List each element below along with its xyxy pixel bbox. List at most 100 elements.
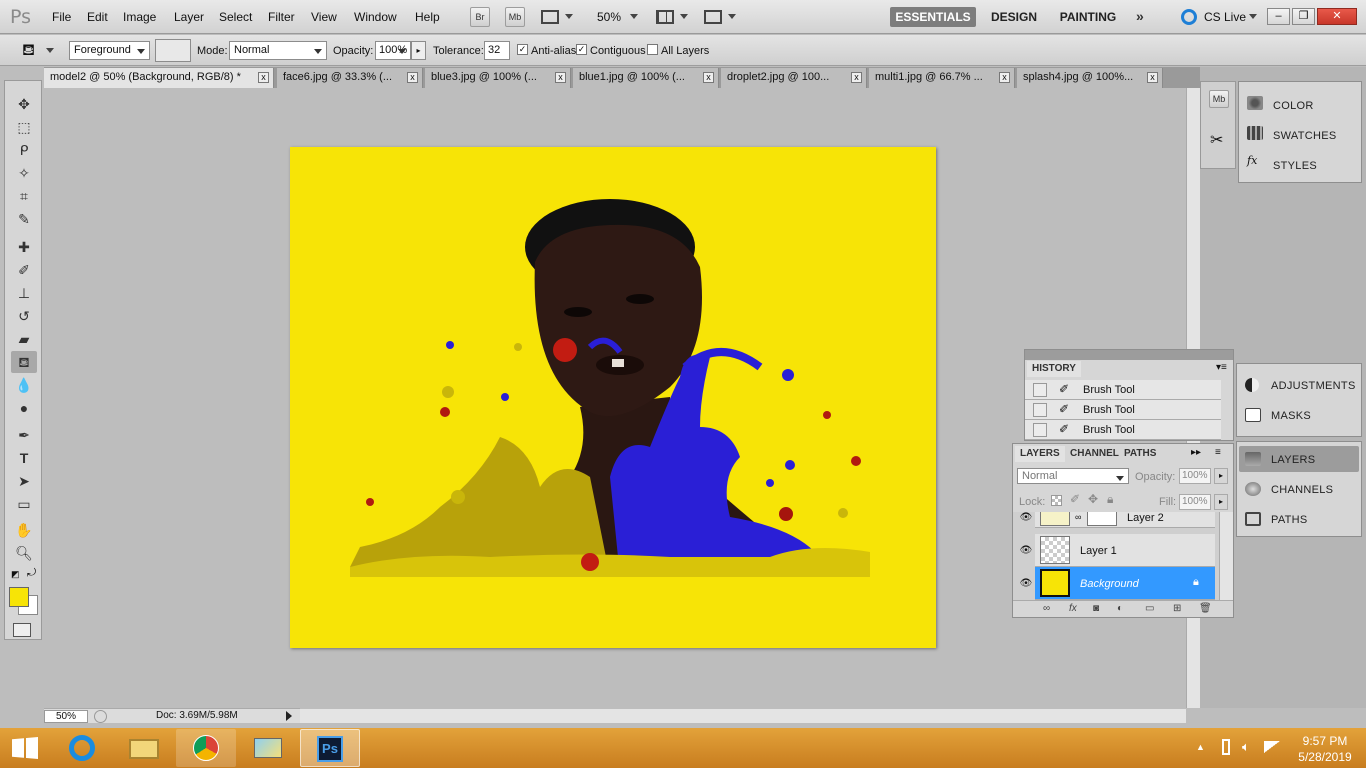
opacity-input[interactable]: 100% xyxy=(375,41,411,60)
volume-icon[interactable]: 🔈︎ xyxy=(1242,739,1250,755)
tab-multi1[interactable]: multi1.jpg @ 66.7% ... x xyxy=(869,68,1015,88)
paint-bucket-tool-icon[interactable]: ⛾ xyxy=(11,351,37,373)
hand-tool-icon[interactable]: ✋ xyxy=(11,519,37,541)
all-layers-checkbox[interactable] xyxy=(647,44,658,55)
menu-filter[interactable]: Filter xyxy=(268,10,295,24)
history-brush-tool-icon[interactable]: ↺ xyxy=(11,305,37,327)
bridge-button[interactable]: Br xyxy=(470,7,490,27)
tab-blue1[interactable]: blue1.jpg @ 100% (... x xyxy=(573,68,719,88)
close-icon[interactable]: x xyxy=(851,72,862,83)
minimize-button[interactable]: – xyxy=(1267,8,1290,25)
paths-panel-button[interactable]: PATHS xyxy=(1271,514,1308,526)
new-layer-icon[interactable]: ⊞ xyxy=(1173,603,1181,614)
close-icon[interactable]: x xyxy=(999,72,1010,83)
link-icon[interactable]: ∞ xyxy=(1075,512,1081,522)
history-item[interactable]: ✐ Brush Tool xyxy=(1025,420,1221,440)
healing-brush-tool-icon[interactable]: ✚ xyxy=(11,236,37,258)
marquee-tool-icon[interactable]: ⬚ xyxy=(11,116,37,138)
history-item[interactable]: ✐ Brush Tool xyxy=(1025,380,1221,400)
zoom-input[interactable]: 50% xyxy=(44,710,88,723)
blend-mode-select[interactable]: Normal xyxy=(1017,468,1129,484)
brush-tool-icon[interactable]: ✐ xyxy=(11,259,37,281)
mode-select[interactable]: Normal xyxy=(229,41,327,60)
close-icon[interactable]: x xyxy=(407,72,418,83)
layer-style-icon[interactable]: fx xyxy=(1069,603,1077,614)
cs-live-icon[interactable] xyxy=(1181,9,1197,25)
menu-view[interactable]: View xyxy=(311,10,337,24)
eyedropper-tool-icon[interactable]: ✎ xyxy=(11,208,37,230)
swatches-panel-button[interactable]: SWATCHES xyxy=(1273,130,1337,142)
restore-button[interactable]: ❐ xyxy=(1292,8,1315,25)
layer-row-layer2[interactable]: ∞ Layer 2 xyxy=(1035,512,1215,528)
menu-file[interactable]: File xyxy=(52,10,71,24)
pattern-picker[interactable] xyxy=(155,39,191,62)
clock-date[interactable]: 5/28/2019 xyxy=(1296,750,1354,764)
quick-selection-tool-icon[interactable]: ✧ xyxy=(11,162,37,184)
panel-menu-icon[interactable]: ▾≡ xyxy=(1216,362,1227,373)
tolerance-input[interactable]: 32 xyxy=(484,41,510,60)
adjustments-panel-button[interactable]: ADJUSTMENTS xyxy=(1271,380,1356,392)
color-panel-button[interactable]: COLOR xyxy=(1273,100,1314,112)
clone-stamp-tool-icon[interactable]: ⊥ xyxy=(11,282,37,304)
quick-mask-icon[interactable] xyxy=(13,623,31,637)
battery-icon[interactable] xyxy=(1222,739,1230,755)
pen-tool-icon[interactable]: ✒ xyxy=(11,424,37,446)
view-extras-icon[interactable] xyxy=(541,10,559,24)
dodge-tool-icon[interactable]: ● xyxy=(11,397,37,419)
anti-alias-checkbox[interactable]: ✓ xyxy=(517,44,528,55)
zoom-level-select[interactable]: 50% xyxy=(597,10,621,24)
rectangle-tool-icon[interactable]: ▭ xyxy=(11,493,37,515)
close-icon[interactable]: x xyxy=(703,72,714,83)
contiguous-checkbox[interactable]: ✓ xyxy=(576,44,587,55)
lasso-tool-icon[interactable]: ᑭ xyxy=(11,139,37,161)
paint-bucket-icon[interactable]: ⛾ xyxy=(22,41,35,61)
workspace-painting[interactable]: PAINTING xyxy=(1054,7,1122,27)
photos-icon[interactable] xyxy=(238,729,298,767)
lock-pixels-icon[interactable]: ✐ xyxy=(1070,492,1080,506)
history-snapshot-box[interactable] xyxy=(1033,383,1047,397)
start-icon[interactable] xyxy=(12,737,38,759)
channels-panel-button[interactable]: CHANNELS xyxy=(1271,484,1333,496)
link-layers-icon[interactable]: ∞ xyxy=(1043,603,1050,614)
file-explorer-icon[interactable] xyxy=(114,729,174,767)
status-info-icon[interactable] xyxy=(94,710,107,723)
internet-explorer-icon[interactable] xyxy=(52,729,112,767)
fill-slider-arrow-icon[interactable]: ▸ xyxy=(1214,494,1228,510)
history-snapshot-box[interactable] xyxy=(1033,403,1047,417)
history-snapshot-box[interactable] xyxy=(1033,423,1047,437)
workspace-design[interactable]: DESIGN xyxy=(986,7,1042,27)
tab-droplet2[interactable]: droplet2.jpg @ 100... x xyxy=(721,68,867,88)
menu-help[interactable]: Help xyxy=(415,10,440,24)
workspace-essentials[interactable]: ESSENTIALS xyxy=(890,7,976,27)
lock-position-icon[interactable]: ✥ xyxy=(1088,492,1098,506)
add-mask-icon[interactable]: ◙ xyxy=(1093,603,1099,614)
default-colors-icon[interactable]: ◩ xyxy=(11,569,20,580)
delete-layer-icon[interactable]: 🗑︎ xyxy=(1199,603,1212,614)
fill-source-select[interactable]: Foreground xyxy=(69,41,150,60)
tool-presets-icon[interactable]: ✂ xyxy=(1210,130,1223,150)
show-hidden-icons-icon[interactable]: ▲ xyxy=(1196,742,1205,752)
opacity-slider-arrow-icon[interactable]: ▸ xyxy=(411,41,426,60)
styles-panel-button[interactable]: STYLES xyxy=(1273,160,1317,172)
screen-mode-icon[interactable] xyxy=(704,10,722,24)
eye-icon[interactable]: 👁︎ xyxy=(1019,545,1033,556)
path-selection-tool-icon[interactable]: ➤ xyxy=(11,470,37,492)
menu-window[interactable]: Window xyxy=(354,10,397,24)
arrange-documents-icon[interactable] xyxy=(656,10,674,24)
clock-time[interactable]: 9:57 PM xyxy=(1300,734,1350,748)
new-group-icon[interactable]: ▭ xyxy=(1145,603,1154,614)
document-canvas[interactable] xyxy=(290,147,936,648)
panel-collapse-icon[interactable]: ▸▸ xyxy=(1191,447,1201,458)
lock-transparency-icon[interactable] xyxy=(1051,495,1062,506)
minibridge-button[interactable]: Mb xyxy=(505,7,525,27)
move-tool-icon[interactable]: ✥ xyxy=(11,93,37,115)
lock-all-icon[interactable]: 🔒︎ xyxy=(1107,492,1113,507)
panel-menu-icon[interactable]: ≡ xyxy=(1215,447,1221,458)
menu-layer[interactable]: Layer xyxy=(174,10,204,24)
zoom-tool-icon[interactable]: 🔍︎ xyxy=(11,542,37,564)
layer-row-layer1[interactable]: Layer 1 xyxy=(1035,534,1215,567)
tab-model2[interactable]: model2 @ 50% (Background, RGB/8) * x xyxy=(44,68,274,88)
foreground-color-swatch[interactable] xyxy=(9,587,29,607)
history-item[interactable]: ✐ Brush Tool xyxy=(1025,400,1221,420)
swap-colors-icon[interactable]: ⤾ xyxy=(27,567,36,580)
